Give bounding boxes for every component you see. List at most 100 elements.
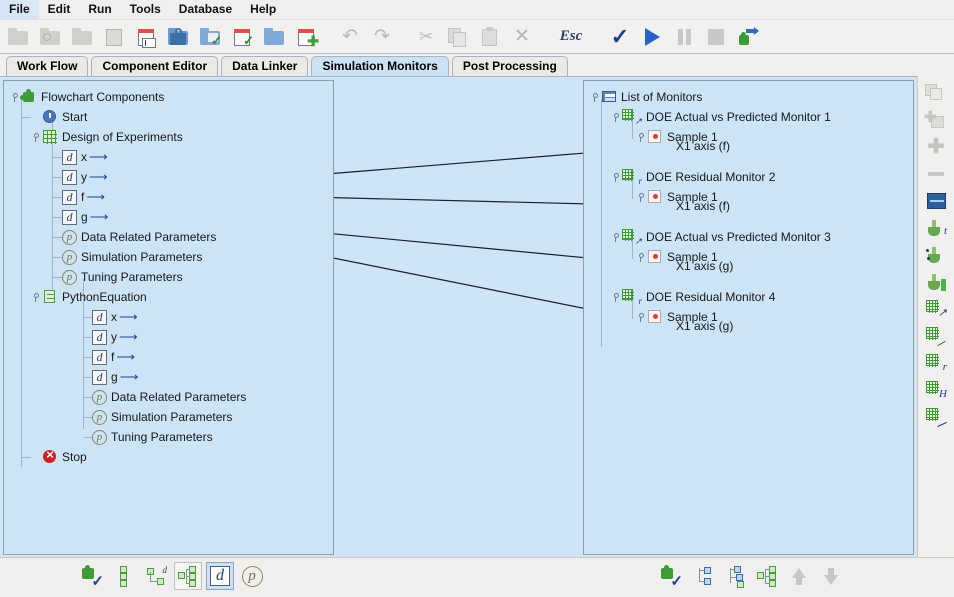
expander-icon[interactable]	[636, 132, 645, 142]
open-folder-button[interactable]	[66, 22, 98, 52]
menu-file[interactable]: File	[0, 0, 39, 19]
pause-button[interactable]	[668, 22, 700, 52]
expander-icon[interactable]	[31, 292, 40, 302]
grid-fit-button[interactable]	[921, 323, 951, 349]
tree-node-py-data-related-parameters[interactable]: p Data Related Parameters	[92, 387, 246, 407]
tree-node-monitor-1-x1-axis[interactable]: X1 axis (f)	[676, 139, 730, 153]
tab-post-processing[interactable]: Post Processing	[451, 56, 568, 76]
remove-button[interactable]	[921, 161, 951, 187]
d-variable-button[interactable]: d	[206, 562, 234, 590]
tab-simulation-monitors[interactable]: Simulation Monitors	[311, 56, 449, 76]
tree-node-py-y[interactable]: d y ⟶	[92, 327, 138, 347]
expander-icon[interactable]	[611, 112, 620, 122]
tree-node-doe-tuning-parameters[interactable]: p Tuning Parameters	[62, 267, 183, 287]
save-grey-button[interactable]	[98, 22, 130, 52]
tree-node-py-simulation-parameters[interactable]: p Simulation Parameters	[92, 407, 232, 427]
expander-icon[interactable]	[636, 252, 645, 262]
save-checked-button[interactable]: ✓	[226, 22, 258, 52]
escape-button[interactable]: Esc	[550, 22, 592, 52]
scatter-points-button[interactable]	[921, 242, 951, 268]
grid-r-button[interactable]: r	[921, 350, 951, 376]
expander-icon[interactable]	[590, 92, 599, 102]
add-component-button[interactable]: ✓	[78, 562, 106, 590]
tree-node-py-g[interactable]: d g ⟶	[92, 367, 138, 387]
undo-button[interactable]: ↶	[334, 22, 366, 52]
new-project-button[interactable]	[2, 22, 34, 52]
tree-node-py-x[interactable]: d x ⟶	[92, 307, 138, 327]
tree-node-python-equation[interactable]: PythonEquation	[31, 287, 147, 307]
tree-node-monitor-4-x1-axis[interactable]: X1 axis (g)	[676, 319, 733, 333]
tab-data-linker[interactable]: Data Linker	[221, 56, 309, 76]
tree-node-monitor-3-x1-axis[interactable]: X1 axis (g)	[676, 259, 733, 273]
delete-button[interactable]: ✕	[506, 22, 538, 52]
dataset-bar-button[interactable]	[921, 269, 951, 295]
monitor-tree-2-button[interactable]	[721, 562, 749, 590]
move-down-button[interactable]	[817, 562, 845, 590]
menu-edit[interactable]: Edit	[39, 0, 80, 19]
dataset-t-button[interactable]: t	[921, 215, 951, 241]
expander-icon[interactable]	[31, 132, 40, 142]
flowchart-components-panel[interactable]: Flowchart Components Start Design of Exp…	[3, 80, 334, 555]
tree-node-list-of-monitors[interactable]: List of Monitors	[590, 87, 702, 107]
save-as-button[interactable]: ✚	[290, 22, 322, 52]
rename-button[interactable]	[130, 22, 162, 52]
expander-icon[interactable]	[611, 232, 620, 242]
tree-node-stop[interactable]: Stop	[31, 447, 87, 467]
add-monitor-button[interactable]: ✓	[657, 562, 685, 590]
open-recent-button[interactable]	[34, 22, 66, 52]
grid-line-button[interactable]	[921, 404, 951, 430]
grid-scatter-button[interactable]: ↗	[921, 296, 951, 322]
tree-node-doe-actual-vs-predicted-monitor-3[interactable]: ↗ DOE Actual vs Predicted Monitor 3	[611, 227, 831, 247]
monitor-tree-1-button[interactable]	[689, 562, 717, 590]
stop-button[interactable]	[700, 22, 732, 52]
tree-node-py-tuning-parameters[interactable]: p Tuning Parameters	[92, 427, 213, 447]
tree-node-doe-x[interactable]: d x ⟶	[62, 147, 108, 167]
tree-node-py-f[interactable]: d f ⟶	[92, 347, 135, 367]
add-button[interactable]: ✚	[921, 134, 951, 160]
move-up-button[interactable]	[785, 562, 813, 590]
tree-node-doe-data-related-parameters[interactable]: p Data Related Parameters	[62, 227, 216, 247]
menu-help[interactable]: Help	[241, 0, 285, 19]
tree-node-doe-residual-monitor-4[interactable]: r DOE Residual Monitor 4	[611, 287, 775, 307]
copy-layers-button[interactable]	[921, 80, 951, 106]
expander-icon[interactable]	[636, 192, 645, 202]
tree-node-doe-f[interactable]: d f ⟶	[62, 187, 105, 207]
expander-icon[interactable]	[611, 172, 620, 182]
tree-node-doe-actual-vs-predicted-monitor-1[interactable]: ↗ DOE Actual vs Predicted Monitor 1	[611, 107, 831, 127]
paste-button[interactable]	[474, 22, 506, 52]
tree-node-design-of-experiments[interactable]: Design of Experiments	[31, 127, 183, 147]
tree-node-doe-simulation-parameters[interactable]: p Simulation Parameters	[62, 247, 202, 267]
menu-tools[interactable]: Tools	[121, 0, 170, 19]
expander-icon[interactable]	[636, 312, 645, 322]
open-project-button[interactable]	[258, 22, 290, 52]
tree-node-doe-y[interactable]: d y ⟶	[62, 167, 108, 187]
tree-layout-button[interactable]	[174, 562, 202, 590]
menu-database[interactable]: Database	[170, 0, 241, 19]
p-parameter-button[interactable]: p	[238, 562, 266, 590]
lock-button[interactable]	[162, 22, 194, 52]
monitor-tree-3-button[interactable]	[753, 562, 781, 590]
menu-run[interactable]: Run	[79, 0, 120, 19]
open-checked-button[interactable]: ✓	[194, 22, 226, 52]
add-layer-button[interactable]: ✚	[921, 107, 951, 133]
add-data-node-button[interactable]: d	[142, 562, 170, 590]
validate-button[interactable]: ✓	[604, 22, 636, 52]
tree-node-start[interactable]: Start	[31, 107, 87, 127]
grid-h-button[interactable]: H	[921, 377, 951, 403]
tab-component-editor[interactable]: Component Editor	[91, 56, 219, 76]
list-of-monitors-panel[interactable]: List of Monitors ↗ DOE Actual vs Predict…	[583, 80, 914, 555]
list-vertical-button[interactable]	[110, 562, 138, 590]
expander-icon[interactable]	[10, 92, 19, 102]
tree-node-doe-g[interactable]: d g ⟶	[62, 207, 108, 227]
copy-button[interactable]	[442, 22, 474, 52]
tree-node-flowchart-components[interactable]: Flowchart Components	[10, 87, 164, 107]
plugin-button[interactable]	[732, 22, 764, 52]
monitor-button[interactable]	[921, 188, 951, 214]
tree-node-doe-residual-monitor-2[interactable]: r DOE Residual Monitor 2	[611, 167, 775, 187]
tree-node-monitor-2-x1-axis[interactable]: X1 axis (f)	[676, 199, 730, 213]
cut-button[interactable]: ✂	[410, 22, 442, 52]
redo-button[interactable]: ↷	[366, 22, 398, 52]
tab-work-flow[interactable]: Work Flow	[6, 56, 89, 76]
run-button[interactable]	[636, 22, 668, 52]
expander-icon[interactable]	[611, 292, 620, 302]
